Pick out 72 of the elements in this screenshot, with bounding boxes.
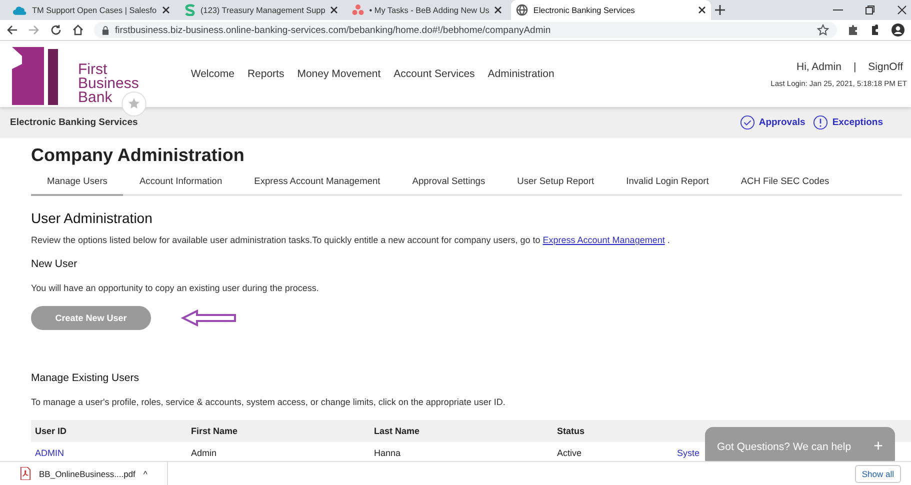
greeting: Hi, Admin [796,60,842,72]
user-id-link[interactable]: ADMIN [31,448,187,458]
intro-text: Review the options listed below for available user administration tasks.To quickly entitle a new account for company users, go to Express Account Management . [31,235,671,245]
column-header: First Name [190,426,239,436]
logo-text: Business [78,77,139,91]
table-cell-text: Active [556,448,583,458]
star-icon[interactable] [817,24,829,36]
check-circle-icon[interactable] [740,115,755,130]
address-field[interactable]: firstbusiness.biz-business.online-banking-services.com/bebanking/home.do#!/bebhome/companyAdmin [94,22,837,38]
reload-icon[interactable] [50,24,62,36]
lock-icon [102,26,109,34]
band-link[interactable]: Approvals [758,117,806,128]
cloud-icon [13,6,27,14]
description: To manage a user's profile, roles, service & accounts, system access, or change limits, click on the appropriate user ID. [31,397,506,407]
left-arrow-icon [181,309,237,327]
nav-link[interactable]: Welcome [190,68,234,80]
browser-tab[interactable]: TM Support Open Cases | Salesfo [8,0,175,20]
tab[interactable]: Approval Settings [396,172,502,196]
nav-link[interactable]: Money Movement [297,68,381,80]
nav-link[interactable]: Reports [247,68,284,80]
tab-title: • My Tasks - BeB Adding New Us [369,6,490,14]
pdf-icon [20,467,31,480]
tab[interactable]: Express Account Management [238,172,396,196]
tab[interactable]: Manage Users [31,172,124,196]
band-link[interactable]: Exceptions [832,117,883,128]
close-icon[interactable] [494,6,502,14]
tab[interactable]: User Setup Report [501,172,610,196]
logo-text: Bank [78,91,112,105]
browser-tab[interactable]: • My Tasks - BeB Adding New Us [347,0,508,20]
tab-title: Electronic Banking Services [533,6,636,14]
tab[interactable]: ACH File SEC Codes [724,172,846,196]
close-icon[interactable] [698,6,706,14]
column-header: Status [556,426,586,436]
section-title: User Administration [31,210,154,226]
browser-tab[interactable]: Electronic Banking Services [511,0,712,20]
description: You will have an opportunity to copy an existing user during the process. [31,283,320,293]
page-title: Company Administration [31,145,246,166]
back-icon[interactable] [6,24,18,36]
express-link[interactable]: Express Account Management [542,235,665,245]
table-cell-text: Hanna [373,448,402,458]
table-cell-text: Admin [190,448,218,458]
tab-title: (123) Treasury Management Supp [200,6,326,14]
nav-link[interactable]: Account Services [394,68,475,80]
show-all-button[interactable]: Show all [854,464,901,482]
tab-title: TM Support Open Cases | Salesfo [32,6,157,14]
browser-tab[interactable]: (123) Treasury Management Supp [178,0,344,20]
restore-icon[interactable] [865,5,875,15]
section-name: Electronic Banking Services [10,117,138,128]
home-icon[interactable] [72,24,84,36]
column-header: Last Name [373,426,421,436]
puzzle-icon[interactable] [869,24,881,36]
close-icon[interactable] [897,5,907,15]
download-item[interactable]: BB_OnlineBusiness....pdf ^ [20,462,168,485]
tab[interactable]: Account Information [123,172,238,196]
extension-icon[interactable] [847,24,859,36]
table-link[interactable]: Syste [673,448,700,458]
globe-icon [516,4,528,16]
subheading: Manage Existing Users [31,372,140,384]
plus-icon[interactable] [715,5,726,15]
profile-icon[interactable] [891,23,905,37]
subheading: New User [31,258,78,270]
dots-icon [352,4,364,16]
logo-text: First [78,63,108,77]
close-icon[interactable] [162,6,170,14]
tab[interactable]: Invalid Login Report [610,172,725,196]
signoff-link[interactable]: SignOff [868,60,903,72]
nav-link[interactable]: Administration [488,68,554,80]
separator: | [853,60,856,72]
column-header: User ID [34,426,68,436]
close-icon[interactable] [330,6,338,14]
s-logo-icon [184,4,196,16]
alert-circle-icon[interactable] [813,115,828,130]
